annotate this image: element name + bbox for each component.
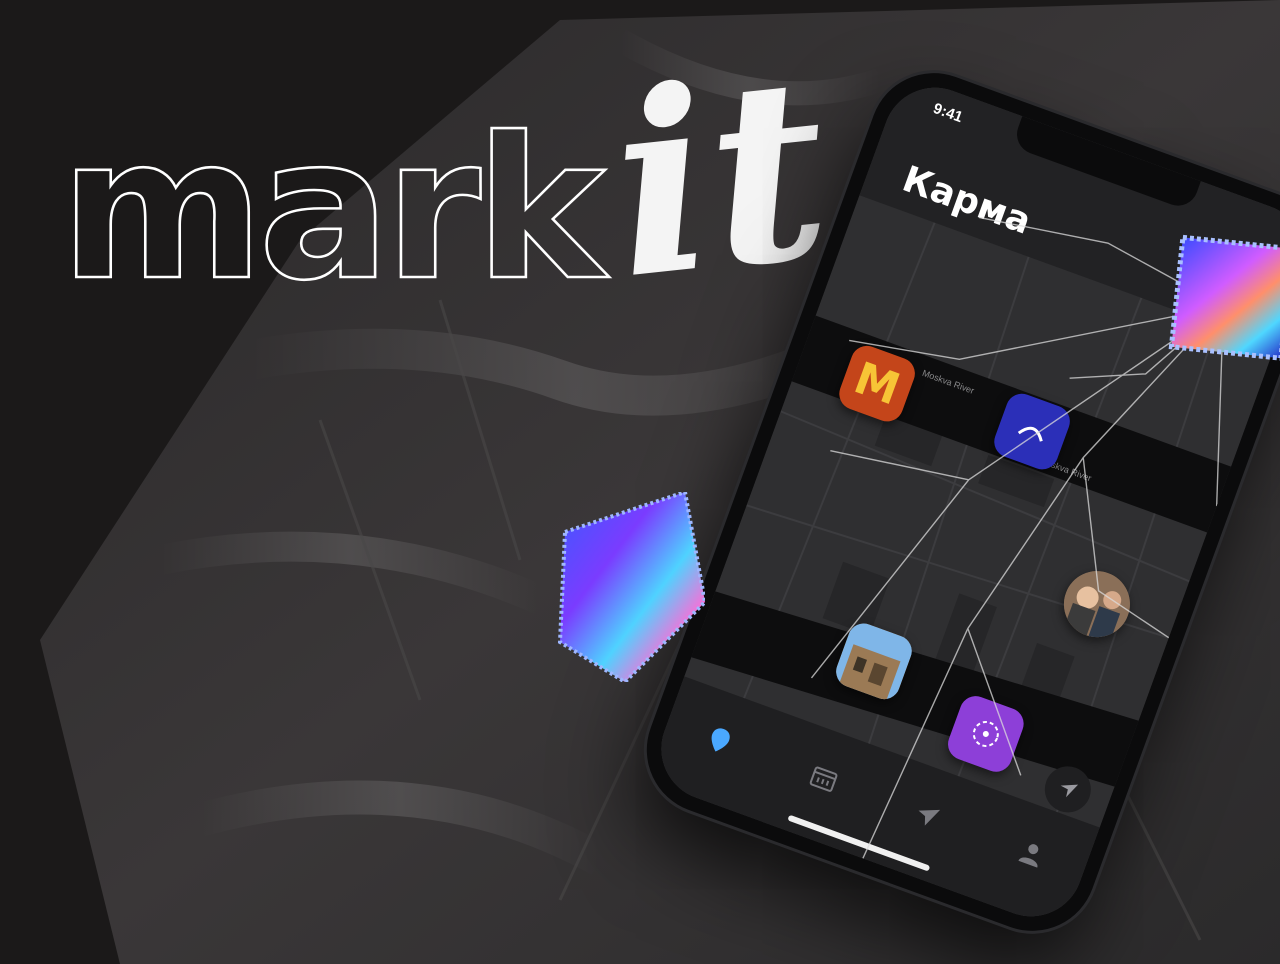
tab-messages[interactable] [897,787,959,845]
holographic-stamp-left [557,492,705,682]
logo-word-mark: mark [59,96,607,324]
tab-profile[interactable] [1000,825,1062,883]
circle-dots-icon [972,720,999,747]
tab-calendar[interactable] [793,749,855,807]
send-icon [918,809,941,826]
brand-logo: mark it [59,20,841,350]
logo-word-it: it [600,19,841,335]
mcdonalds-logo-icon: M [847,352,907,416]
calendar-icon [809,766,838,792]
map-pin-icon [711,728,731,752]
promo-scene: mark it Moskva River Moskva River 9:41 К… [0,0,1280,964]
navigation-arrow-icon [1060,784,1079,798]
tab-map[interactable] [689,711,751,769]
profile-icon [1018,844,1039,868]
arc-logo-icon [1017,426,1043,442]
